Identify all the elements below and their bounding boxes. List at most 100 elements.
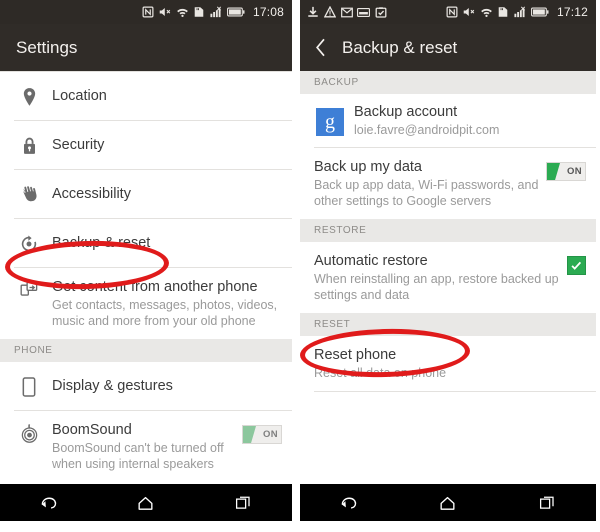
left-title-bar: Settings — [0, 24, 292, 71]
recents-icon[interactable] — [228, 491, 258, 515]
toggle-label: ON — [567, 166, 582, 177]
nfc-icon — [446, 6, 459, 19]
row-texts: Backup account loie.favre@androidpit.com — [346, 103, 586, 138]
row-subtitle: Back up app data, Wi-Fi passwords, and o… — [314, 178, 539, 208]
back-icon[interactable] — [334, 491, 364, 515]
boomsound-toggle[interactable]: ON — [242, 425, 282, 444]
row-reset-phone[interactable]: Reset phone Reset all data on phone — [300, 336, 596, 391]
left-nav-bar — [0, 484, 292, 521]
transfer-phone-icon — [14, 278, 44, 299]
right-settings-list: BACKUP g Backup account loie.favre@andro… — [300, 71, 596, 392]
left-status-clock: 17:08 — [252, 5, 284, 19]
chevron-left-icon[interactable] — [310, 37, 332, 59]
row-title: Back up my data — [314, 159, 422, 175]
row-texts: Back up my data Back up app data, Wi-Fi … — [314, 158, 540, 209]
wifi-icon — [176, 6, 189, 19]
row-texts: Get content from another phone Get conta… — [44, 278, 282, 329]
signal-bars-icon — [514, 6, 527, 19]
screenshot-root: 17:08 Settings Location Security Accessi… — [0, 0, 600, 532]
sidebar-item-subtitle: BoomSound can't be turned off when using… — [52, 441, 224, 471]
toggle-label: ON — [263, 429, 278, 440]
row-title: Backup account — [354, 104, 458, 120]
row-texts: Accessibility — [44, 185, 282, 203]
row-texts: Security — [44, 136, 282, 154]
row-texts: Automatic restore When reinstalling an a… — [314, 252, 561, 303]
row-backup-account[interactable]: g Backup account loie.favre@androidpit.c… — [300, 94, 596, 147]
row-title: Reset phone — [314, 347, 397, 363]
section-header-reset: RESET — [300, 313, 596, 336]
sidebar-item-security[interactable]: Security — [0, 121, 292, 169]
sidebar-item-backup-reset[interactable]: Backup & reset — [0, 219, 292, 267]
volume-mute-icon — [463, 6, 476, 19]
volume-mute-icon — [159, 6, 172, 19]
left-status-bar: 17:08 — [0, 0, 292, 24]
left-settings-list: Location Security Accessibility Backup &… — [0, 71, 292, 482]
right-title-bar: Backup & reset — [300, 24, 596, 71]
sidebar-item-boomsound[interactable]: BoomSound BoomSound can't be turned off … — [0, 411, 292, 482]
battery-icon — [531, 6, 549, 19]
right-status-right-icons: 17:12 — [446, 5, 588, 19]
sidebar-item-label: Accessibility — [52, 186, 131, 202]
backup-reset-icon — [14, 233, 44, 253]
warning-icon — [323, 6, 336, 19]
row-backup-my-data[interactable]: Back up my data Back up app data, Wi-Fi … — [300, 148, 596, 219]
home-icon[interactable] — [131, 491, 161, 515]
right-status-clock: 17:12 — [556, 5, 588, 19]
sidebar-item-accessibility[interactable]: Accessibility — [0, 170, 292, 218]
hand-icon — [14, 183, 44, 205]
sidebar-item-get-content[interactable]: Get content from another phone Get conta… — [0, 268, 292, 339]
row-trailing — [561, 252, 586, 275]
right-phone-panel: 17:12 Backup & reset BACKUP g Backup acc… — [300, 0, 596, 532]
signal-bars-icon — [210, 6, 223, 19]
home-icon[interactable] — [433, 491, 463, 515]
download-icon — [306, 6, 319, 19]
sidebar-item-location[interactable]: Location — [0, 72, 292, 120]
phone-icon — [14, 375, 44, 397]
right-status-left-icons — [306, 0, 387, 24]
recents-icon[interactable] — [532, 491, 562, 515]
row-texts: BoomSound BoomSound can't be turned off … — [44, 421, 236, 472]
sidebar-item-label: Get content from another phone — [52, 279, 258, 295]
sidebar-item-label: Security — [52, 137, 105, 153]
battery-icon — [227, 6, 245, 19]
sidebar-item-label: Display & gestures — [52, 378, 173, 394]
toggle-knob — [243, 426, 256, 443]
sd-card-icon — [193, 6, 206, 19]
page-title: Backup & reset — [342, 37, 458, 57]
sidebar-item-label: Location — [52, 88, 107, 104]
right-status-bar: 17:12 — [300, 0, 596, 24]
toggle-knob — [547, 163, 560, 180]
backup-my-data-toggle[interactable]: ON — [546, 162, 586, 181]
row-texts: Display & gestures — [44, 377, 282, 395]
row-texts: Location — [44, 87, 282, 105]
lock-icon — [14, 134, 44, 156]
row-subtitle: Reset all data on phone — [314, 366, 447, 380]
row-subtitle: loie.favre@androidpit.com — [354, 123, 500, 137]
google-icon: g — [314, 106, 346, 136]
boomsound-icon — [14, 421, 44, 444]
sd-card-icon — [497, 6, 510, 19]
section-header-phone: PHONE — [0, 339, 292, 362]
row-trailing: ON — [236, 421, 282, 444]
row-texts: Backup & reset — [44, 234, 282, 252]
automatic-restore-checkbox[interactable] — [567, 256, 586, 275]
row-texts: Reset phone Reset all data on phone — [314, 346, 586, 381]
row-automatic-restore[interactable]: Automatic restore When reinstalling an a… — [300, 242, 596, 313]
left-status-right-icons: 17:08 — [142, 5, 284, 19]
google-badge: g — [316, 107, 344, 136]
row-subtitle: When reinstalling an app, restore backed… — [314, 272, 559, 302]
section-header-backup: BACKUP — [300, 71, 596, 94]
row-trailing: ON — [540, 158, 586, 181]
sidebar-item-display-gestures[interactable]: Display & gestures — [0, 362, 292, 410]
task-check-icon — [374, 6, 387, 19]
check-icon — [571, 261, 582, 270]
right-nav-bar — [300, 484, 596, 521]
sidebar-item-label: BoomSound — [52, 422, 132, 438]
sidebar-item-subtitle: Get contacts, messages, photos, videos, … — [52, 298, 278, 328]
nfc-icon — [142, 6, 155, 19]
back-icon[interactable] — [34, 491, 64, 515]
location-pin-icon — [14, 85, 44, 107]
keyboard-icon — [357, 6, 370, 19]
wifi-icon — [480, 6, 493, 19]
page-title: Settings — [16, 37, 78, 57]
